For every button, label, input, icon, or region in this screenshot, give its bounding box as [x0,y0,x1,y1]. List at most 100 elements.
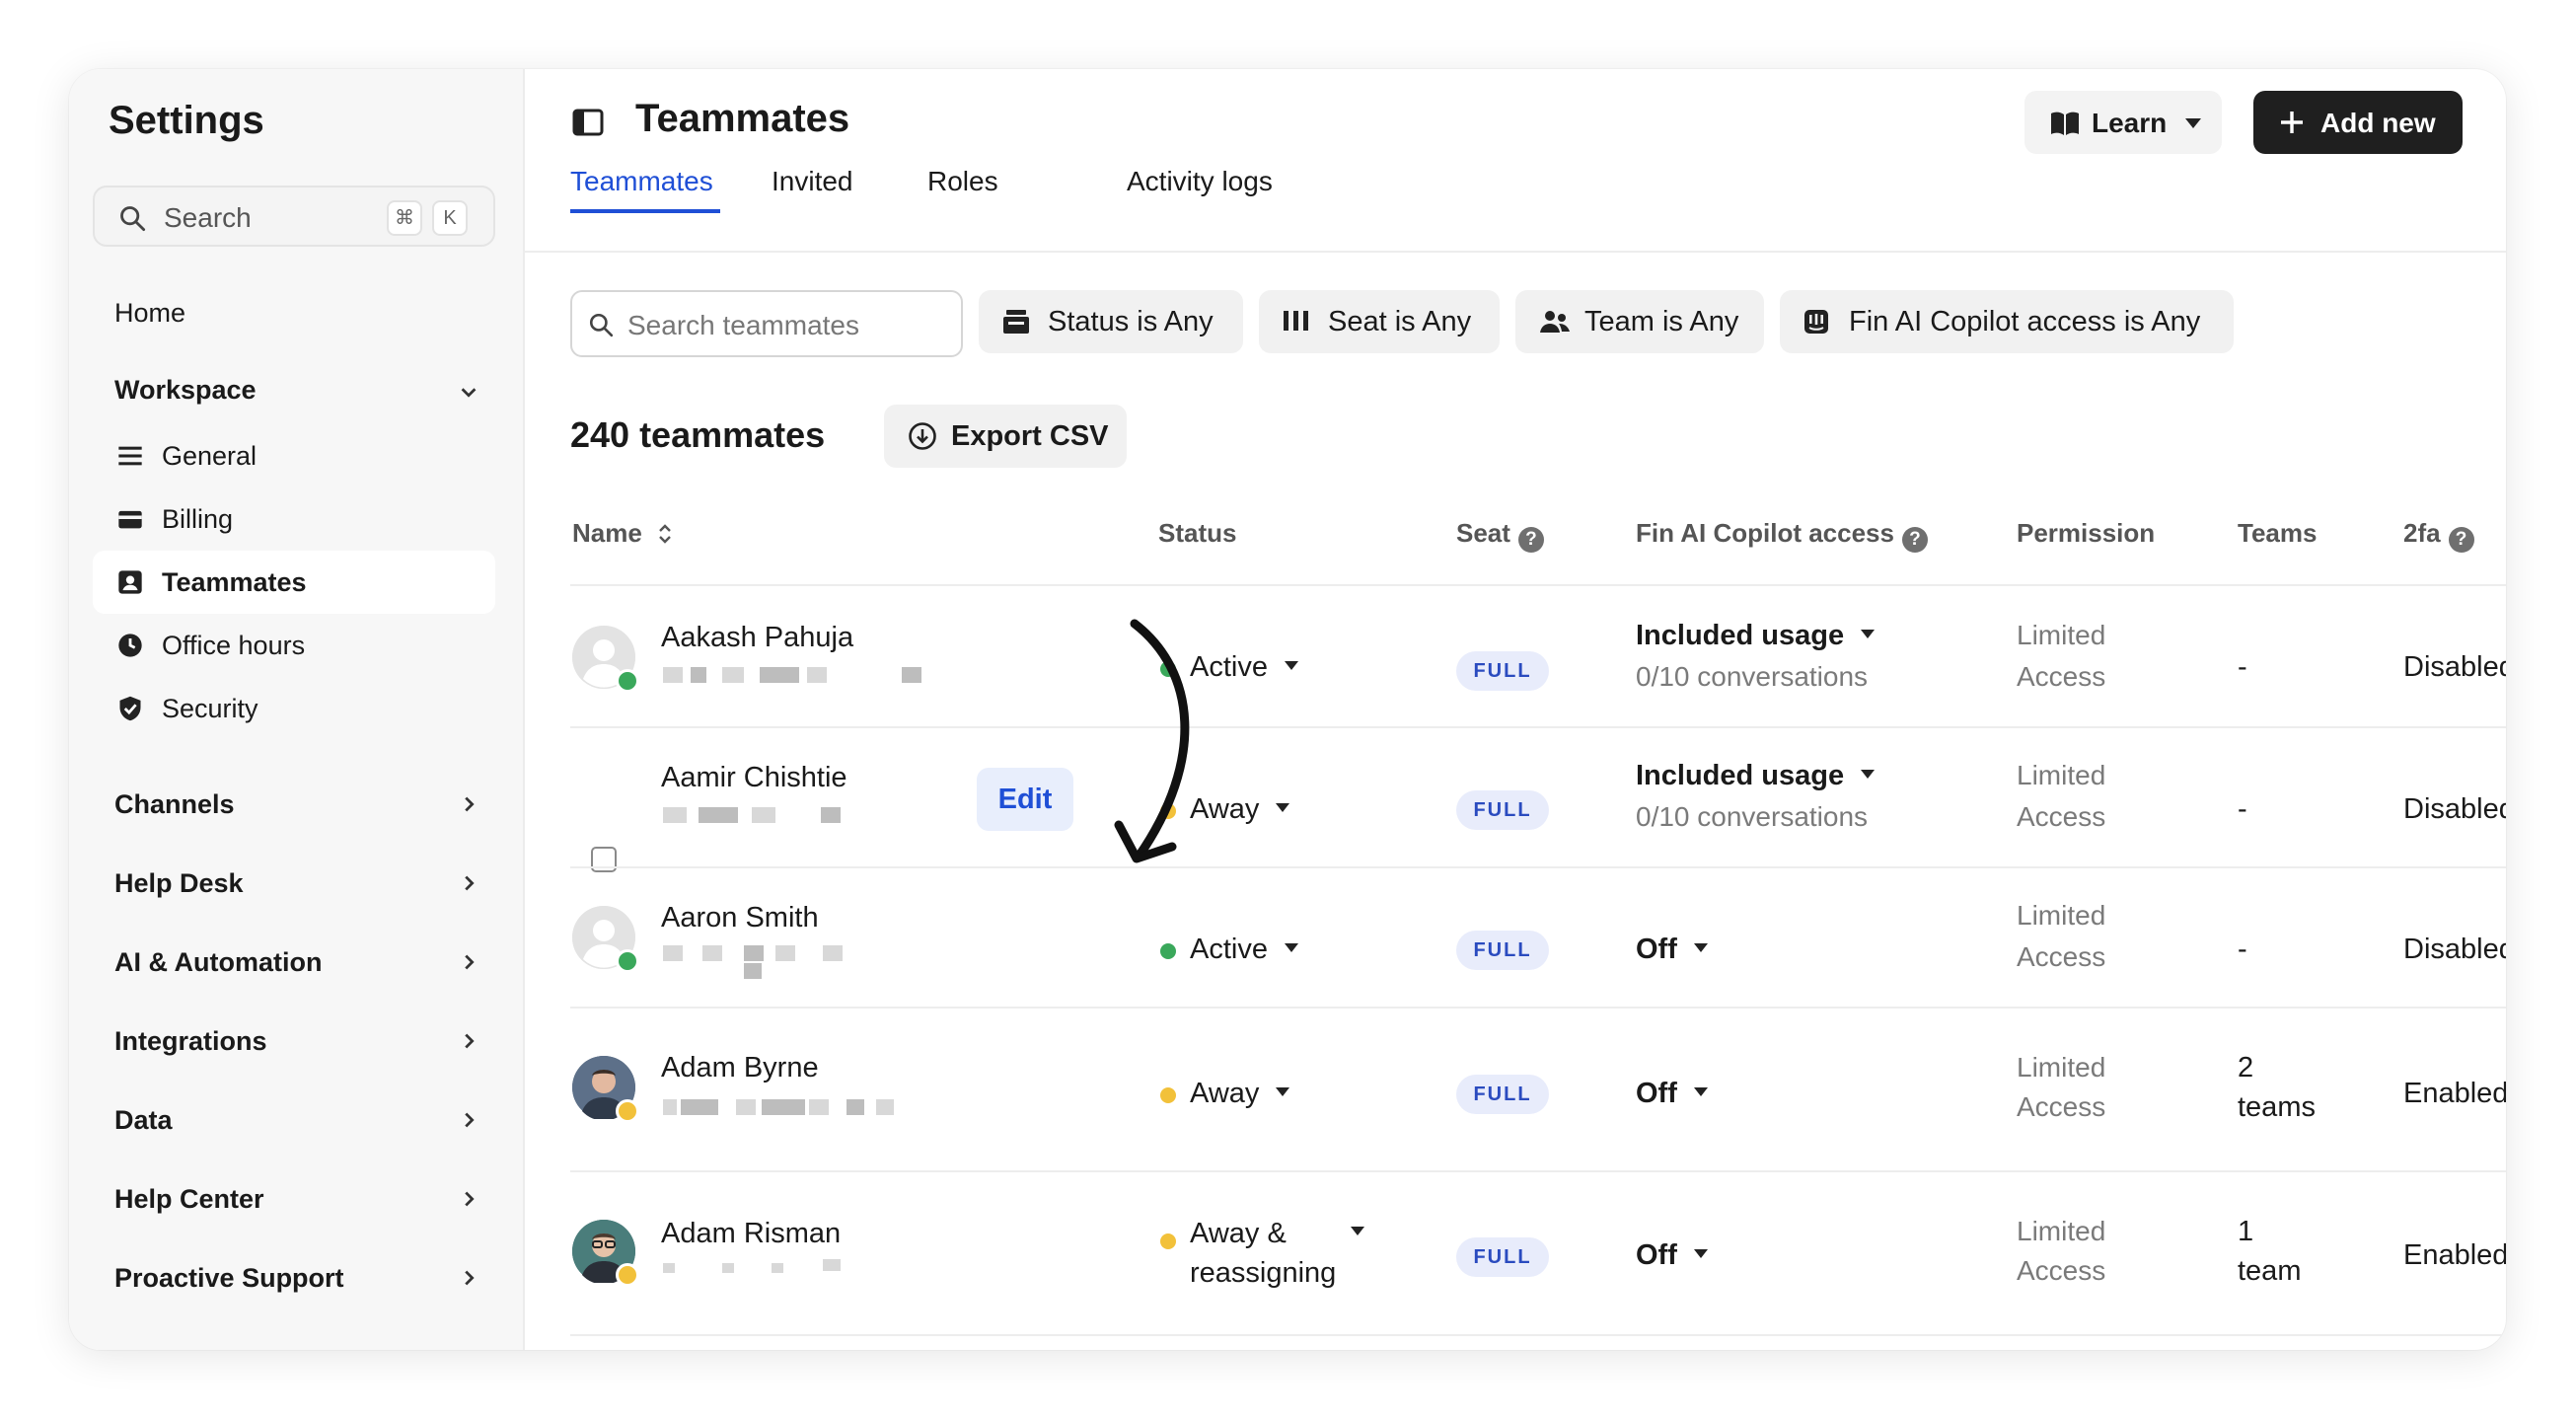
search-teammates-placeholder: Search teammates [627,310,859,340]
sidebar-section-ai-automation[interactable]: AI & Automation [114,947,479,978]
sidebar-section-workspace[interactable]: Workspace [114,375,479,406]
caret-down-icon [1693,1249,1708,1258]
seat-filter[interactable]: Seat is Any [1259,290,1500,353]
sidebar-toggle-icon[interactable] [572,109,604,136]
sidebar-item-general[interactable]: General [93,424,495,487]
caret-down-icon [1693,943,1708,952]
teammate-count: 240 teammates [570,414,826,455]
search-icon [120,206,146,232]
sidebar-item-home[interactable]: Home [114,298,185,329]
teammate-name[interactable]: Adam Risman [661,1218,841,1250]
copilot-access-filter[interactable]: Fin AI Copilot access is Any [1780,290,2234,353]
tab-teammates[interactable]: Teammates [570,166,713,197]
redacted-email [663,807,687,823]
redacted-email [846,1099,864,1115]
caret-down-icon [1276,1087,1290,1096]
twofa-value: Enabled [2403,1239,2506,1271]
status-dropdown[interactable]: Away [1190,1078,1290,1110]
redacted-email [681,1099,718,1115]
status-dropdown[interactable]: Active [1190,934,1299,966]
sidebar-item-security[interactable]: Security [93,677,495,740]
redacted-email [775,945,795,961]
help-icon[interactable]: ? [1517,527,1544,553]
search-teammates-input[interactable]: Search teammates [570,290,963,357]
redacted-email [744,945,764,961]
column-header-label: Name [572,518,642,548]
help-icon[interactable]: ? [1901,527,1928,553]
teams-unit: teams [2238,1091,2316,1123]
sidebar-item-billing[interactable]: Billing [93,487,495,551]
teammate-name[interactable]: Aakash Pahuja [661,622,853,654]
row-checkbox[interactable] [591,847,617,872]
redacted-email [663,667,683,683]
seat-filter-label: Seat is Any [1328,306,1472,337]
teams-unit: team [2238,1255,2302,1287]
person-card-icon [118,570,142,594]
tab-activity-logs[interactable]: Activity logs [1127,166,1273,197]
copilot-dropdown[interactable]: Off [1636,1239,1709,1272]
status-dropdown[interactable]: Away & [1190,1218,1287,1250]
download-circle-icon [909,422,936,450]
redacted-email [752,807,775,823]
sidebar-section-help-center[interactable]: Help Center [114,1184,479,1215]
caret-down-icon [2185,118,2201,128]
tab-roles[interactable]: Roles [927,166,998,197]
redacted-email [876,1099,894,1115]
status-label-line-2: reassigning [1190,1257,1337,1289]
status-dot [1160,1087,1176,1103]
redacted-email [744,963,762,979]
sidebar-section-channels[interactable]: Channels [114,789,479,820]
learn-button[interactable]: Learn [2024,91,2222,154]
caret-down-icon[interactable] [1350,1226,1365,1237]
column-header-name[interactable]: Name [572,518,673,549]
permission-line-2: Access [2017,941,2106,972]
redacted-email [663,1263,675,1273]
column-header-copilot: Fin AI Copilot access? [1636,518,1928,553]
sidebar-section-label: Proactive Support [114,1263,344,1293]
row-divider [570,1170,2506,1172]
sidebar-title: Settings [109,99,264,142]
copilot-dropdown[interactable]: Off [1636,934,1709,966]
copilot-dropdown[interactable]: Off [1636,1078,1709,1110]
clock-icon [118,634,142,657]
chevron-down-icon [461,388,477,398]
caret-down-icon [1693,1087,1708,1096]
help-icon[interactable]: ? [2448,527,2474,553]
sidebar-section-proactive-support[interactable]: Proactive Support [114,1263,479,1294]
export-csv-button[interactable]: Export CSV [884,405,1127,468]
kbd-k: K [432,200,468,236]
sidebar-section-integrations[interactable]: Integrations [114,1026,479,1057]
permission-line-1: Limited [2017,900,2106,931]
sidebar-item-office-hours[interactable]: Office hours [93,614,495,677]
redacted-email [809,1099,829,1115]
teammate-name[interactable]: Aamir Chishtie [661,762,847,794]
add-new-label: Add new [2320,108,2436,138]
plus-icon [2281,112,2303,133]
copilot-dropdown[interactable]: Included usage [1636,760,1876,792]
add-new-button[interactable]: Add new [2253,91,2463,154]
permission-line-2: Access [2017,661,2106,692]
status-filter[interactable]: Status is Any [979,290,1243,353]
sidebar-section-help-desk[interactable]: Help Desk [114,868,479,899]
avatar [572,906,639,973]
copilot-dropdown[interactable]: Included usage [1636,620,1876,652]
sidebar-search[interactable]: Search ⌘ K [93,186,495,247]
team-filter-label: Team is Any [1584,306,1739,337]
seat-badge: FULL [1456,1075,1549,1114]
teams-value: 2 [2238,1052,2254,1084]
avatar [572,1220,639,1287]
tab-invited[interactable]: Invited [772,166,853,197]
team-filter[interactable]: Team is Any [1515,290,1764,353]
sidebar-item-teammates[interactable]: Teammates [93,551,495,614]
shield-icon [119,696,141,721]
column-header-label: 2fa [2403,518,2441,548]
twofa-value: Disabled [2403,934,2506,965]
sidebar-item-label: Billing [162,504,234,534]
column-header-2fa: 2fa? [2403,518,2474,553]
teammate-name[interactable]: Aaron Smith [661,902,819,934]
inbox-stack-icon [1003,310,1029,334]
sidebar-section-data[interactable]: Data [114,1105,479,1136]
fin-logo-icon [1804,310,1828,334]
sidebar-section-label: Data [114,1105,173,1135]
teammate-name[interactable]: Adam Byrne [661,1052,819,1084]
